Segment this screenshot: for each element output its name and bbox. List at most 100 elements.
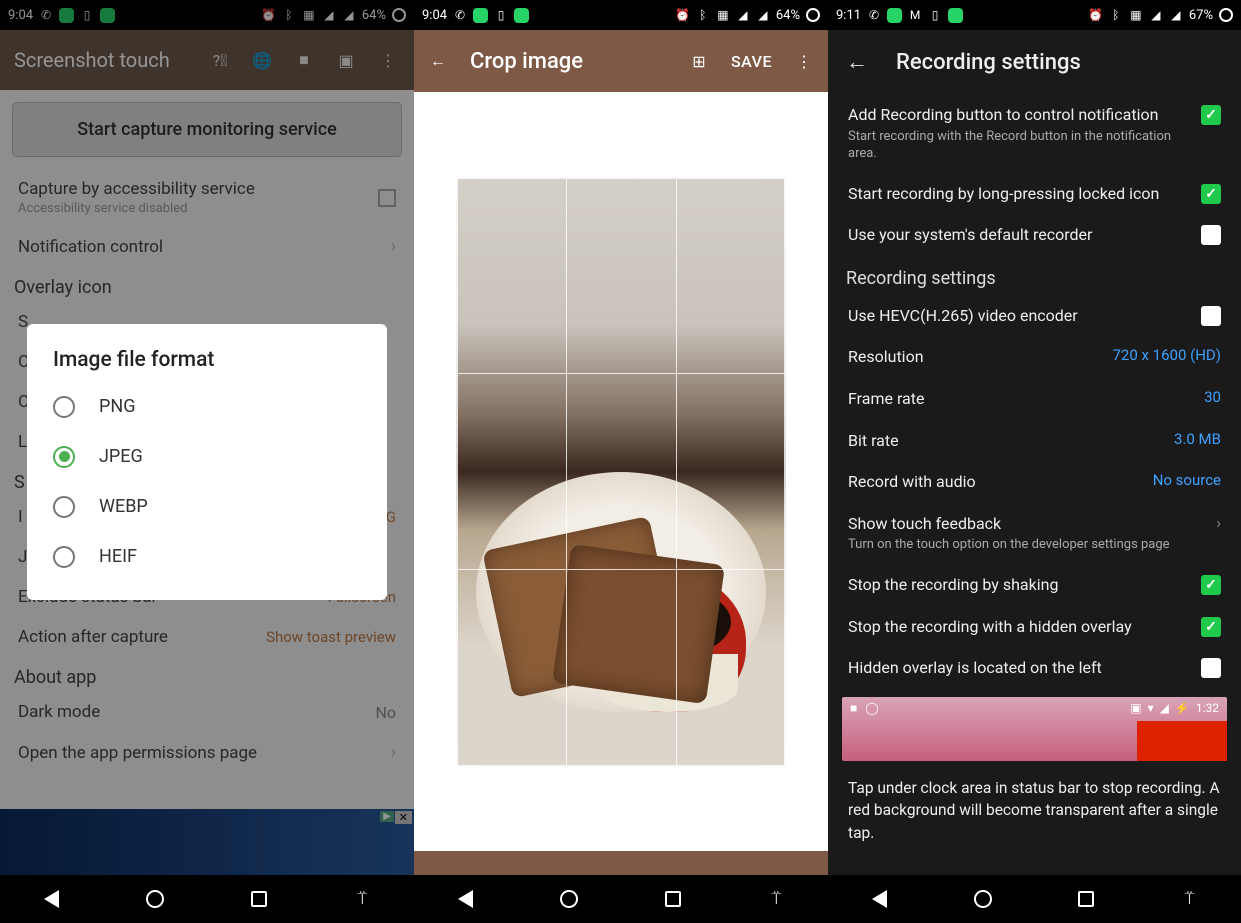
signal-4g-icon: ◢: [1169, 8, 1183, 22]
home-button[interactable]: [549, 879, 589, 919]
status-bar: 9:11 ✆ M ▯ ⏰ ᛒ ▦ ◢ ◢ 67%: [828, 0, 1241, 30]
hidden-left-row[interactable]: Hidden overlay is located on the left: [842, 647, 1227, 689]
format-label: PNG: [99, 396, 135, 417]
hevc-row[interactable]: Use HEVC(H.265) video encoder: [842, 295, 1227, 337]
audio-row[interactable]: Record with audio No source: [842, 461, 1227, 503]
whatsapp-icon: ✆: [867, 8, 881, 22]
back-arrow-icon[interactable]: ←: [846, 49, 868, 75]
chevron-right-icon: ›: [1216, 513, 1221, 532]
recording-preview-bar: ■ ◯ ▣ ▾ ◢ ⚡ 1:32: [842, 697, 1227, 761]
notif-icon: ▯: [928, 8, 942, 22]
format-label: JPEG: [99, 446, 143, 467]
checkbox-on-icon[interactable]: ✓: [1201, 617, 1221, 637]
format-label: HEIF: [99, 546, 137, 567]
lte-icon: ▦: [716, 8, 730, 22]
shake-label: Stop the recording by shaking: [848, 574, 1191, 596]
crop-app-bar: ← Crop image ⊞ SAVE ⋮: [414, 30, 828, 92]
crop-grid[interactable]: [456, 177, 786, 767]
checkbox-off-icon[interactable]: [1201, 306, 1221, 326]
longpress-row[interactable]: Start recording by long-pressing locked …: [842, 173, 1227, 215]
default-recorder-row[interactable]: Use your system's default recorder: [842, 214, 1227, 256]
shake-row[interactable]: Stop the recording by shaking ✓: [842, 564, 1227, 606]
stop-overlay[interactable]: [1137, 721, 1227, 761]
accessibility-nav-icon[interactable]: ⍡: [1169, 879, 1209, 919]
save-button[interactable]: SAVE: [731, 52, 772, 71]
alarm-icon: ⏰: [1089, 8, 1103, 22]
crop-handle-tr[interactable]: [762, 175, 788, 201]
default-recorder-label: Use your system's default recorder: [848, 224, 1191, 246]
framerate-row[interactable]: Frame rate 30: [842, 378, 1227, 420]
alarm-icon: ⏰: [676, 8, 690, 22]
crop-handle-br[interactable]: [762, 743, 788, 769]
recents-button[interactable]: [653, 879, 693, 919]
nav-bar: ⍡: [0, 875, 414, 923]
touch-sub: Turn on the touch option on the develope…: [848, 536, 1206, 554]
signal-4g-icon: ◢: [756, 8, 770, 22]
audio-label: Record with audio: [848, 471, 1143, 493]
app-icon-2: [948, 8, 963, 23]
recents-button[interactable]: [1066, 879, 1106, 919]
radio-icon[interactable]: [53, 496, 75, 518]
checkbox-on-icon[interactable]: ✓: [1201, 184, 1221, 204]
dialog-title: Image file format: [27, 348, 387, 382]
add-recording-button-row[interactable]: Add Recording button to control notifica…: [842, 94, 1227, 173]
checkbox-on-icon[interactable]: ✓: [1201, 575, 1221, 595]
hevc-label: Use HEVC(H.265) video encoder: [848, 305, 1191, 327]
bitrate-value: 3.0 MB: [1174, 430, 1221, 448]
back-button[interactable]: [446, 879, 486, 919]
screenshot-touch-screen: 9:04 ✆ ▯ ⏰ ᛒ ▦ ◢ ◢ 64% Screenshot touch …: [0, 0, 414, 923]
checkbox-off-icon[interactable]: [1201, 225, 1221, 245]
whatsapp-icon: ✆: [453, 8, 467, 22]
resolution-value: 720 x 1600 (HD): [1112, 346, 1221, 364]
resolution-row[interactable]: Resolution 720 x 1600 (HD): [842, 336, 1227, 378]
radio-icon[interactable]: [53, 546, 75, 568]
bitrate-row[interactable]: Bit rate 3.0 MB: [842, 420, 1227, 462]
format-option-png[interactable]: PNG: [27, 382, 387, 432]
radio-icon[interactable]: [53, 396, 75, 418]
format-option-webp[interactable]: WEBP: [27, 482, 387, 532]
dialog-overlay[interactable]: Image file format PNG JPEG WEBP HEIF: [0, 0, 414, 923]
framerate-label: Frame rate: [848, 388, 1194, 410]
resolution-label: Resolution: [848, 346, 1102, 368]
aspect-ratio-icon[interactable]: ⊞: [687, 49, 711, 73]
checkbox-on-icon[interactable]: ✓: [1201, 105, 1221, 125]
bitrate-label: Bit rate: [848, 430, 1164, 452]
radio-checked-icon[interactable]: [53, 446, 75, 468]
pink-time: 1:32: [1196, 701, 1219, 715]
home-button[interactable]: [135, 879, 175, 919]
hidden-overlay-row[interactable]: Stop the recording with a hidden overlay…: [842, 606, 1227, 648]
nav-bar: ⍡: [414, 875, 828, 923]
notif-icon: ▯: [494, 8, 508, 22]
crop-handle-bl[interactable]: [454, 743, 480, 769]
back-button[interactable]: [32, 879, 72, 919]
recents-button[interactable]: [239, 879, 279, 919]
crop-canvas[interactable]: [414, 92, 828, 851]
m-icon: M: [908, 8, 922, 22]
touch-feedback-row[interactable]: Show touch feedback Turn on the touch op…: [842, 503, 1227, 564]
format-option-jpeg[interactable]: JPEG: [27, 432, 387, 482]
nav-bar: ⍡: [828, 875, 1241, 923]
accessibility-nav-icon[interactable]: ⍡: [342, 879, 382, 919]
crop-image-screen: 9:04 ✆ ▯ ⏰ ᛒ ▦ ◢ ◢ 64% ← Crop image ⊞ SA…: [414, 0, 828, 923]
photo-preview[interactable]: [456, 177, 786, 767]
recording-settings-screen: 9:11 ✆ M ▯ ⏰ ᛒ ▦ ◢ ◢ 67% ← Recording set…: [828, 0, 1241, 923]
bluetooth-icon: ᛒ: [1109, 8, 1123, 22]
circle-icon: ◯: [865, 701, 878, 715]
format-label: WEBP: [99, 496, 148, 517]
format-option-heif[interactable]: HEIF: [27, 532, 387, 582]
battery-charging-icon: ⚡: [1175, 701, 1190, 715]
back-button[interactable]: [860, 879, 900, 919]
lte-icon: ▦: [1129, 8, 1143, 22]
crop-handle-tl[interactable]: [454, 175, 480, 201]
home-button[interactable]: [963, 879, 1003, 919]
app-icon-2: [514, 8, 529, 23]
accessibility-nav-icon[interactable]: ⍡: [756, 879, 796, 919]
add-rec-label: Add Recording button to control notifica…: [848, 104, 1191, 126]
checkbox-off-icon[interactable]: [1201, 658, 1221, 678]
back-arrow-icon[interactable]: ←: [426, 49, 450, 73]
battery-icon: [1219, 8, 1233, 22]
bluetooth-icon: ᛒ: [696, 8, 710, 22]
overflow-icon[interactable]: ⋮: [792, 49, 816, 73]
crop-title: Crop image: [470, 49, 667, 74]
recording-settings-list: Add Recording button to control notifica…: [828, 94, 1241, 875]
